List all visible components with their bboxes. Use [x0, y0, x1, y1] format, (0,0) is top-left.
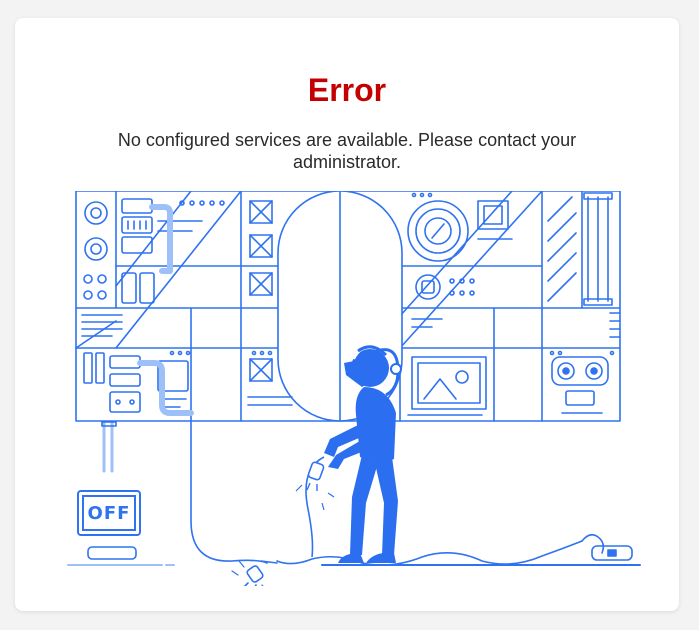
panel-bottom-left: [83, 350, 191, 413]
panel-picture: [407, 356, 487, 416]
loose-plug-left: [231, 560, 278, 586]
error-title: Error: [307, 72, 387, 108]
panel-diagonal-stripes: [547, 192, 613, 306]
off-switch-box: OFF: [77, 490, 141, 536]
panel-right-mid-stripes: [411, 312, 621, 338]
switch-base: [67, 546, 175, 566]
panel-dials: [83, 201, 108, 300]
off-switch-inner: OFF: [82, 495, 136, 531]
digit-four-right: [399, 191, 543, 349]
panel-stripes-left: [81, 314, 123, 337]
unplugged-illustration: OFF: [62, 191, 646, 586]
cable-floor: [276, 540, 583, 566]
wall-socket: [581, 545, 641, 566]
cable-left: [190, 420, 268, 564]
off-switch-label: OFF: [87, 502, 131, 524]
panel-reels: [549, 350, 615, 414]
error-card: Error No configured services are availab…: [15, 18, 679, 611]
switch-pole: [102, 421, 114, 473]
error-message: No configured services are available. Pl…: [117, 130, 577, 172]
